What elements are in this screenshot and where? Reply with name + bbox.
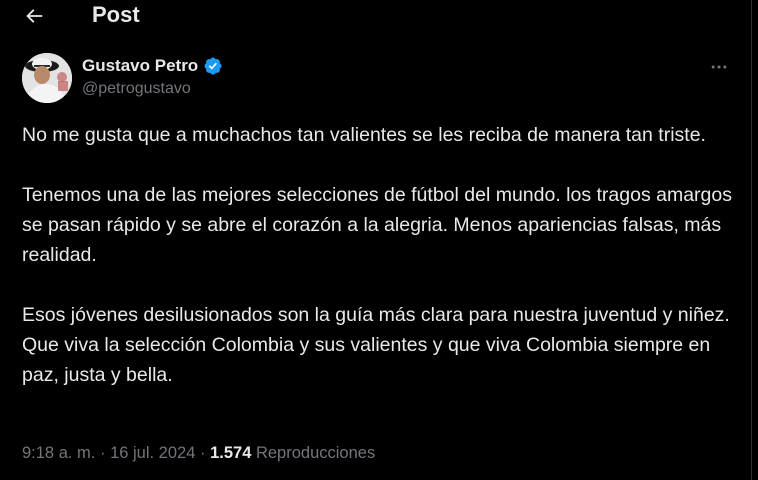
views-label: Reproducciones [255, 444, 376, 462]
post-metadata: 9:18 a. m. · 16 jul. 2024 · 1.574 Reprod… [22, 441, 375, 465]
author-handle[interactable]: @petrogustavo [82, 80, 191, 98]
post-date[interactable]: 16 jul. 2024 [110, 444, 195, 462]
post-time[interactable]: 9:18 a. m. [22, 444, 95, 462]
meta-separator: · [99, 444, 106, 462]
post-page: Post Gustavo Petro @petrogustavo No me g… [0, 0, 752, 480]
post-author: Gustavo Petro @petrogustavo [22, 53, 738, 105]
page-title: Post [92, 2, 140, 27]
back-button[interactable] [16, 0, 52, 32]
arrow-left-icon [26, 9, 43, 23]
post-text: No me gusta que a muchachos tan valiente… [22, 120, 734, 390]
more-horizontal-icon [711, 65, 727, 69]
post-paragraph: Tenemos una de las mejores selecciones d… [22, 184, 732, 266]
verified-badge-icon [203, 56, 223, 76]
author-display-name[interactable]: Gustavo Petro [82, 56, 198, 76]
avatar-image [22, 53, 72, 103]
post-header: Post [0, 0, 752, 32]
name-line: Gustavo Petro [82, 55, 223, 77]
post-paragraph: Esos jóvenes desilusionados son la guía … [22, 304, 730, 386]
meta-separator: · [199, 444, 206, 462]
post-paragraph: No me gusta que a muchachos tan valiente… [22, 124, 706, 146]
more-options-button[interactable] [708, 57, 730, 77]
views-count: 1.574 [210, 444, 252, 462]
avatar[interactable] [22, 53, 72, 103]
